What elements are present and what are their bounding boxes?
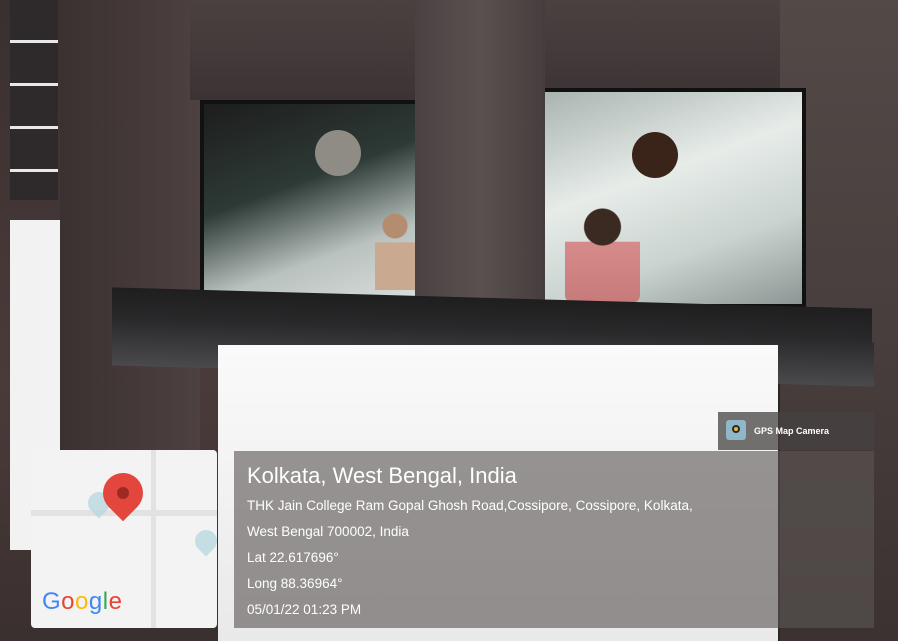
address-line-1: THK Jain College Ram Gopal Ghosh Road,Co… — [247, 498, 693, 513]
person-left — [375, 210, 415, 290]
longitude-text: Long 88.36964° — [247, 576, 343, 591]
center-pillar — [415, 0, 545, 340]
map-pin-dot — [117, 487, 129, 499]
latitude-text: Lat 22.617696° — [247, 550, 339, 565]
location-title: Kolkata, West Bengal, India — [247, 463, 517, 488]
gps-map-camera-badge: GPS Map Camera — [718, 412, 874, 450]
badge-label: GPS Map Camera — [754, 426, 830, 436]
person-right — [565, 208, 640, 303]
photo-scene: Google GPS Map Camera Kolkata, West Beng… — [0, 0, 898, 641]
datetime-text: 05/01/22 01:23 PM — [247, 602, 362, 617]
map-road — [151, 450, 156, 628]
location-info-panel: Kolkata, West Bengal, India THK Jain Col… — [234, 451, 874, 628]
window-circle-left — [315, 130, 361, 176]
window-circle-right — [632, 132, 678, 178]
google-logo: Google — [42, 588, 123, 615]
gps-map-camera-icon — [726, 420, 746, 440]
address-line-2: West Bengal 700002, India — [247, 524, 409, 539]
wall-slats — [10, 0, 58, 200]
left-panel — [60, 0, 200, 460]
